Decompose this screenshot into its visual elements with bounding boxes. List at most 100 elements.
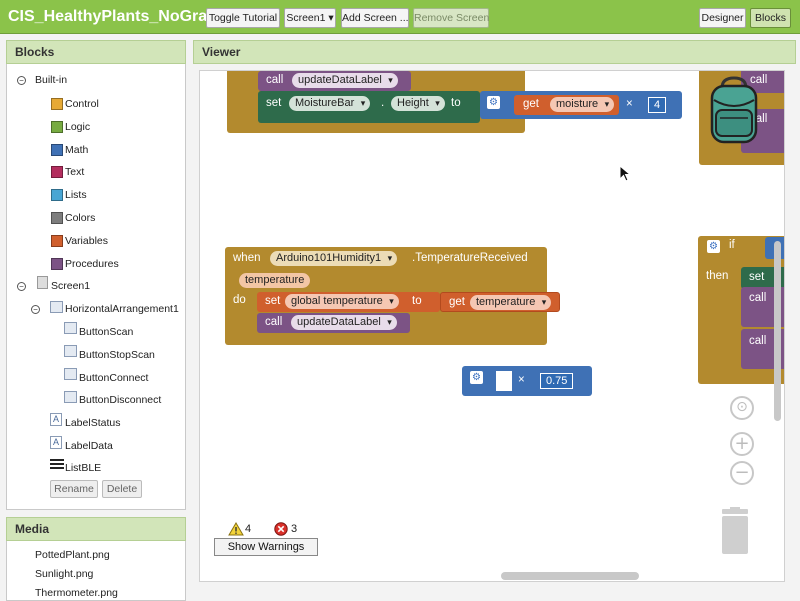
event-parameter[interactable]: temperature <box>239 273 311 288</box>
tree-button-stop-scan[interactable]: ButtonStopScan <box>79 347 155 363</box>
designer-button[interactable]: Designer <box>699 8 746 28</box>
colors-swatch-icon <box>51 212 63 224</box>
viewer-title: Viewer <box>193 40 796 64</box>
to-keyword: to <box>451 97 461 109</box>
mutator-gear-icon[interactable]: ⚙ <box>707 240 720 253</box>
blocks-workspace[interactable]: call updateDataLabel set MoistureBar . H… <box>199 70 785 582</box>
arrangement-icon <box>50 301 63 313</box>
drawer-procedures[interactable]: Procedures <box>65 256 119 272</box>
component-dropdown[interactable]: MoistureBar <box>289 96 371 111</box>
multiply-sign: × <box>626 98 633 110</box>
call-keyword: call <box>749 292 767 304</box>
procedures-swatch-icon <box>51 258 63 270</box>
error-icon <box>274 522 288 536</box>
drawer-lists[interactable]: Lists <box>65 187 87 203</box>
do-keyword: do <box>233 294 246 306</box>
warnings-count: 4 <box>245 523 252 535</box>
add-screen-button[interactable]: Add Screen ... <box>341 8 409 28</box>
warning-triangle-icon <box>228 522 244 536</box>
media-file[interactable]: Sunlight.png <box>35 568 93 580</box>
project-title: CIS_HealthyPlants_NoGraph <box>8 8 227 25</box>
button-icon <box>64 322 77 334</box>
call-procedure-block[interactable]: call updateDataLabel <box>258 71 411 91</box>
procedure-name-dropdown[interactable]: updateDataLabel <box>292 73 398 88</box>
mutator-gear-icon[interactable]: ⚙ <box>470 371 483 384</box>
collapse-arrangement-icon[interactable]: − <box>31 305 40 314</box>
set-keyword: set <box>749 271 765 283</box>
number-field[interactable]: 0.75 <box>540 373 574 389</box>
if-keyword: if <box>729 239 735 251</box>
horizontal-scrollbar[interactable] <box>501 572 639 580</box>
number-field[interactable]: 4 <box>648 97 667 113</box>
toggle-tutorial-button[interactable]: Toggle Tutorial <box>206 8 280 28</box>
tree-button-disconnect[interactable]: ButtonDisconnect <box>79 392 161 408</box>
math-multiply-block[interactable]: ⚙ get moisture × 4 <box>480 91 682 119</box>
set-keyword: set <box>265 295 281 307</box>
tree-horizontal-arrangement[interactable]: HorizontalArrangement1 <box>65 301 179 317</box>
math-multiply-block[interactable]: ⚙ × 0.75 <box>462 366 592 396</box>
logic-swatch-icon <box>51 121 63 133</box>
component-dropdown[interactable]: Arduino101Humidity1 <box>270 251 398 266</box>
mouse-cursor-icon <box>619 165 631 182</box>
set-variable-block[interactable]: set global temperature to <box>257 292 440 312</box>
listview-icon <box>50 459 64 469</box>
drawer-text[interactable]: Text <box>65 164 84 180</box>
blocks-button[interactable]: Blocks <box>750 8 791 28</box>
when-keyword: when <box>233 252 261 264</box>
delete-button[interactable]: Delete <box>102 480 142 498</box>
rename-button[interactable]: Rename <box>50 480 98 498</box>
drawer-logic[interactable]: Logic <box>65 119 90 135</box>
show-warnings-button[interactable]: Show Warnings <box>214 538 318 556</box>
drawer-variables[interactable]: Variables <box>65 233 108 249</box>
zoom-in-icon[interactable]: + <box>730 432 754 456</box>
set-property-block[interactable]: set MoistureBar . Height to <box>258 91 480 123</box>
button-icon <box>64 391 77 403</box>
errors-count: 3 <box>291 523 298 535</box>
drawer-math[interactable]: Math <box>65 142 88 158</box>
set-keyword: set <box>266 97 282 109</box>
call-keyword: call <box>266 74 284 86</box>
zoom-out-icon[interactable]: − <box>730 461 754 485</box>
tree-button-scan[interactable]: ButtonScan <box>79 324 133 340</box>
call-keyword: call <box>749 335 767 347</box>
event-name: .TemperatureReceived <box>412 252 528 264</box>
media-file[interactable]: PottedPlant.png <box>35 549 110 561</box>
property-dropdown[interactable]: Height <box>391 96 445 111</box>
blocks-panel: − Built-in Control Logic Math Text Lists… <box>6 64 186 510</box>
call-keyword: call <box>265 316 283 328</box>
variables-swatch-icon <box>51 235 63 247</box>
remove-screen-button[interactable]: Remove Screen <box>413 8 489 28</box>
media-file[interactable]: Thermometer.png <box>35 587 118 599</box>
call-procedure-block[interactable]: call updateDataLabel <box>257 313 410 333</box>
variable-dropdown[interactable]: global temperature <box>285 294 399 309</box>
variable-dropdown[interactable]: temperature <box>470 295 552 310</box>
drawer-control[interactable]: Control <box>65 96 99 112</box>
media-panel: PottedPlant.png Sunlight.png Thermometer… <box>6 541 186 601</box>
trash-icon[interactable] <box>718 507 752 555</box>
get-keyword: get <box>449 296 465 308</box>
collapse-screen1-icon[interactable]: − <box>17 282 26 291</box>
backpack-icon[interactable] <box>706 76 762 146</box>
label-component-icon: A <box>50 413 62 426</box>
get-variable-block[interactable]: get temperature <box>440 292 560 312</box>
procedure-name-dropdown[interactable]: updateDataLabel <box>291 315 397 330</box>
mutator-gear-icon[interactable]: ⚙ <box>487 96 500 109</box>
drawer-colors[interactable]: Colors <box>65 210 95 226</box>
tree-label-data[interactable]: LabelData <box>65 438 113 454</box>
empty-socket[interactable] <box>496 371 512 391</box>
variable-dropdown[interactable]: moisture <box>550 97 615 112</box>
lists-swatch-icon <box>51 189 63 201</box>
tree-screen1[interactable]: Screen1 <box>51 278 90 294</box>
to-keyword: to <box>412 295 422 307</box>
blocks-panel-title: Blocks <box>6 40 186 64</box>
vertical-scrollbar[interactable] <box>774 241 781 421</box>
tree-builtin[interactable]: Built-in <box>35 72 67 88</box>
collapse-builtin-icon[interactable]: − <box>17 76 26 85</box>
tree-label-status[interactable]: LabelStatus <box>65 415 120 431</box>
screen-select-dropdown[interactable]: Screen1 ▾ <box>284 8 336 28</box>
dot-separator: . <box>381 97 385 109</box>
recenter-icon[interactable]: ⊙ <box>730 396 754 420</box>
get-variable-block[interactable]: get moisture <box>514 95 619 115</box>
tree-button-connect[interactable]: ButtonConnect <box>79 370 148 386</box>
tree-list-ble[interactable]: ListBLE <box>65 460 101 476</box>
